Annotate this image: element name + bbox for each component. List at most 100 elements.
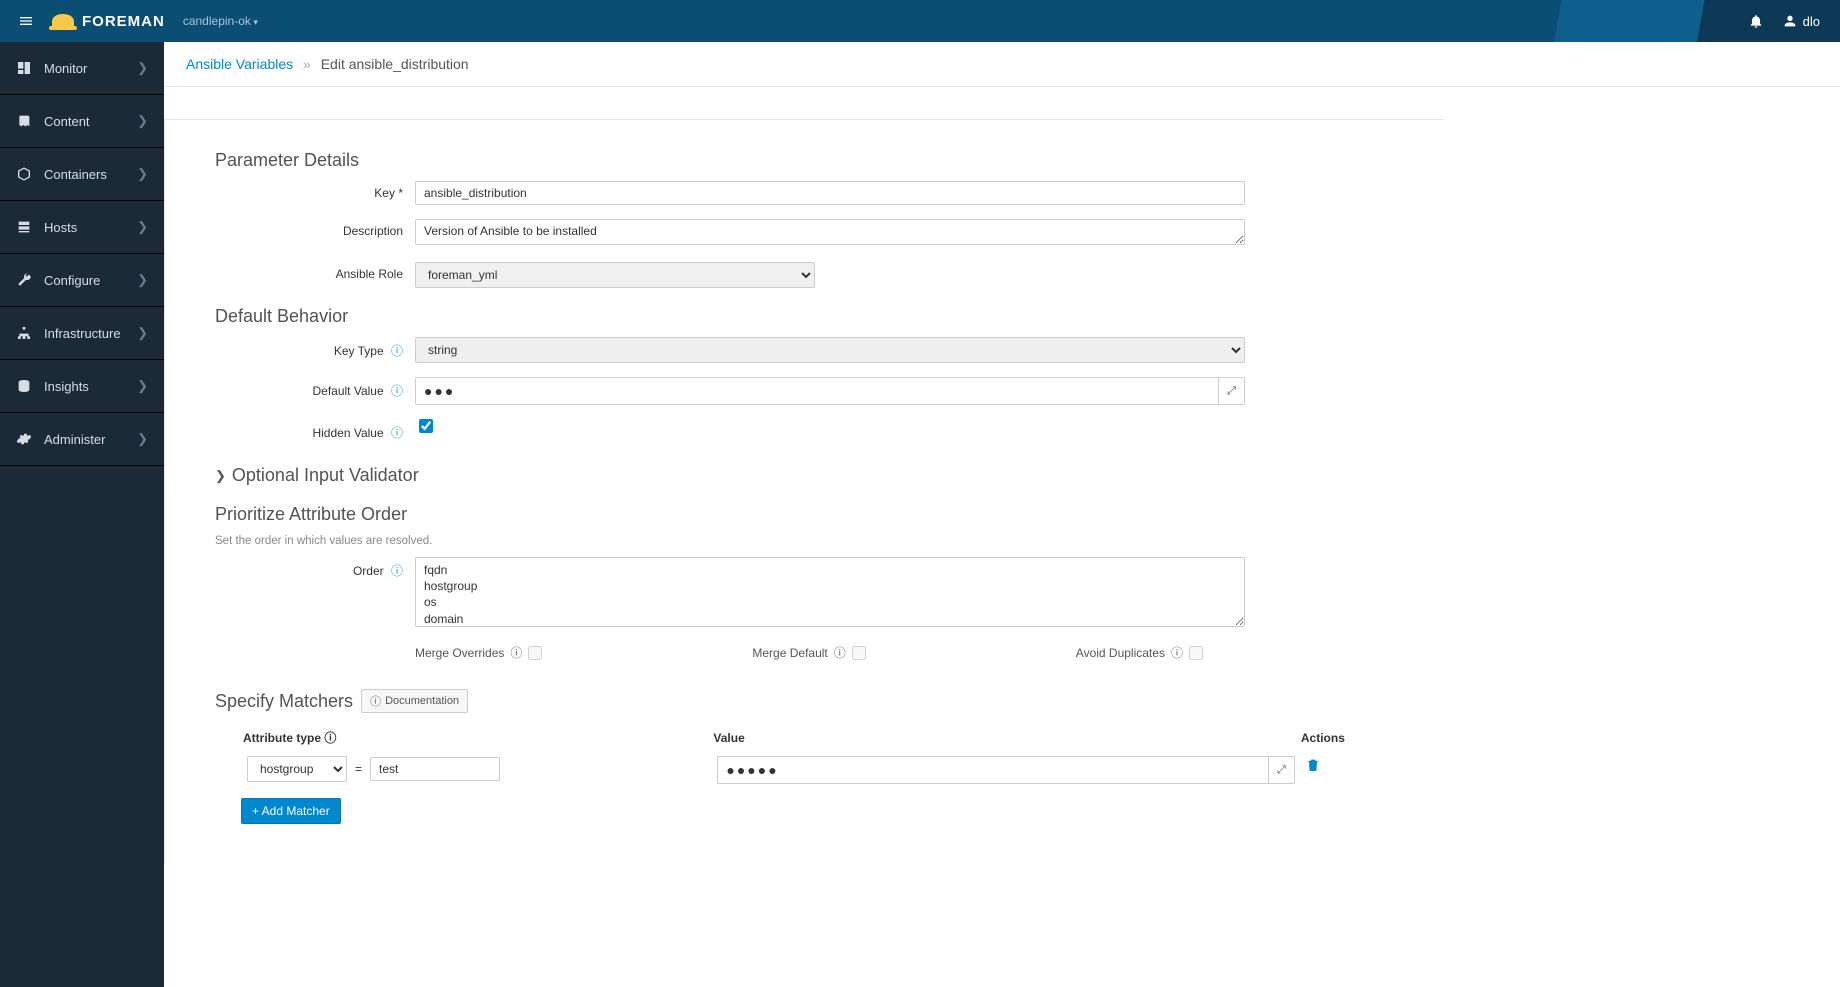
- book-icon: [16, 113, 32, 129]
- main: Ansible Variables » Edit ansible_distrib…: [164, 42, 1840, 864]
- section-specify-matchers: Specify Matchers: [215, 691, 353, 712]
- trash-icon: [1305, 757, 1321, 773]
- merge-overrides-checkbox[interactable]: [528, 646, 542, 660]
- sitemap-icon: [16, 325, 32, 341]
- topbar: FOREMAN candlepin-ok dlo: [0, 0, 1840, 42]
- label-description: Description: [343, 224, 403, 238]
- matchers-table: Attribute type ⓘ Value Actions hostgroup…: [241, 723, 1420, 790]
- documentation-button[interactable]: ⓘ Documentation: [361, 689, 468, 713]
- label-hidden-value: Hidden Value: [312, 426, 383, 440]
- expand-button[interactable]: ⤢: [1219, 377, 1245, 405]
- hidden-value-checkbox[interactable]: [419, 419, 433, 433]
- sidebar-item-monitor[interactable]: Monitor ❯: [0, 42, 164, 95]
- form-content: Parameter Details Key Description Ansibl…: [164, 119, 1444, 864]
- matcher-attr-select[interactable]: hostgroup: [247, 756, 347, 782]
- info-icon: ⓘ: [370, 693, 381, 709]
- section-optional-validator: Optional Input Validator: [232, 465, 419, 486]
- th-value: Value: [713, 725, 1299, 750]
- sidebar-item-label: Monitor: [44, 61, 87, 76]
- cube-icon: [16, 166, 32, 182]
- delete-matcher-button[interactable]: [1305, 756, 1321, 772]
- help-icon[interactable]: ⓘ: [391, 344, 403, 358]
- dashboard-icon: [16, 60, 32, 76]
- sidebar-item-configure[interactable]: Configure ❯: [0, 254, 164, 307]
- th-attribute-type: Attribute type: [243, 731, 321, 745]
- brand-text: FOREMAN: [82, 13, 165, 30]
- user-name: dlo: [1803, 14, 1820, 29]
- breadcrumb-separator: »: [303, 56, 311, 72]
- bell-icon: [1748, 13, 1764, 29]
- gear-icon: [16, 431, 32, 447]
- label-avoid-duplicates: Avoid Duplicates: [1076, 646, 1165, 660]
- breadcrumb-current: Edit ansible_distribution: [321, 56, 469, 72]
- sidebar-item-label: Administer: [44, 432, 105, 447]
- sidebar-item-label: Containers: [44, 167, 107, 182]
- expand-button[interactable]: ⤢: [1269, 756, 1295, 784]
- sidebar-item-containers[interactable]: Containers ❯: [0, 148, 164, 201]
- avoid-duplicates-checkbox[interactable]: [1189, 646, 1203, 660]
- label-default-value: Default Value: [312, 384, 383, 398]
- help-icon[interactable]: ⓘ: [391, 384, 403, 398]
- label-ansible-role: Ansible Role: [336, 267, 403, 281]
- sidebar-item-insights[interactable]: Insights ❯: [0, 360, 164, 413]
- documentation-label: Documentation: [385, 695, 459, 707]
- help-icon[interactable]: ⓘ: [391, 426, 403, 440]
- help-icon[interactable]: ⓘ: [510, 644, 522, 661]
- server-icon: [16, 219, 32, 235]
- help-icon[interactable]: ⓘ: [834, 644, 846, 661]
- chevron-right-icon: ❯: [137, 113, 148, 129]
- chevron-right-icon: ❯: [137, 60, 148, 76]
- sidebar-item-infrastructure[interactable]: Infrastructure ❯: [0, 307, 164, 360]
- sidebar-item-label: Infrastructure: [44, 326, 121, 341]
- sidebar-item-label: Content: [44, 114, 90, 129]
- th-actions: Actions: [1301, 725, 1418, 750]
- breadcrumb-parent-link[interactable]: Ansible Variables: [186, 56, 293, 72]
- helmet-icon: [52, 14, 74, 28]
- prioritize-description: Set the order in which values are resolv…: [215, 535, 1394, 547]
- label-merge-default: Merge Default: [752, 646, 827, 660]
- sidebar-item-content[interactable]: Content ❯: [0, 95, 164, 148]
- hamburger-icon: [18, 13, 34, 29]
- label-key-type: Key Type: [334, 344, 384, 358]
- key-input[interactable]: [415, 181, 1245, 205]
- add-matcher-button[interactable]: + Add Matcher: [241, 798, 341, 824]
- sidebar-item-label: Configure: [44, 273, 100, 288]
- help-icon[interactable]: ⓘ: [324, 731, 336, 745]
- section-prioritize: Prioritize Attribute Order: [215, 504, 1394, 525]
- wrench-icon: [16, 272, 32, 288]
- section-parameter-details: Parameter Details: [215, 150, 1394, 171]
- label-order: Order: [353, 564, 384, 578]
- sidebar-item-hosts[interactable]: Hosts ❯: [0, 201, 164, 254]
- help-icon[interactable]: ⓘ: [391, 564, 403, 578]
- database-icon: [16, 378, 32, 394]
- sidebar-item-administer[interactable]: Administer ❯: [0, 413, 164, 466]
- chevron-right-icon: ❯: [137, 219, 148, 235]
- sidebar-item-label: Insights: [44, 379, 89, 394]
- context-selector[interactable]: candlepin-ok: [183, 14, 258, 28]
- ansible-role-select[interactable]: foreman_yml: [415, 262, 815, 288]
- user-icon: [1782, 13, 1798, 29]
- description-input[interactable]: [415, 219, 1245, 245]
- chevron-right-icon: ❯: [137, 431, 148, 447]
- matcher-value-input[interactable]: ●●●●●: [717, 756, 1269, 784]
- sidebar-item-label: Hosts: [44, 220, 77, 235]
- matcher-match-input[interactable]: [370, 757, 500, 781]
- sidebar: Monitor ❯ Content ❯ Containers ❯ Hosts ❯…: [0, 42, 164, 987]
- label-merge-overrides: Merge Overrides: [415, 646, 504, 660]
- equals-sign: =: [351, 762, 366, 776]
- user-menu[interactable]: dlo: [1782, 13, 1820, 29]
- help-icon[interactable]: ⓘ: [1171, 644, 1183, 661]
- chevron-right-icon: ❯: [137, 325, 148, 341]
- notifications-button[interactable]: [1748, 13, 1764, 30]
- breadcrumb: Ansible Variables » Edit ansible_distrib…: [164, 42, 1840, 87]
- section-default-behavior: Default Behavior: [215, 306, 1394, 327]
- matcher-row: hostgroup = ●●●●● ⤢: [243, 752, 1418, 788]
- brand[interactable]: FOREMAN: [52, 13, 165, 30]
- optional-validator-toggle[interactable]: ❯ Optional Input Validator: [215, 465, 1394, 486]
- hamburger-menu[interactable]: [0, 13, 52, 29]
- chevron-right-icon: ❯: [215, 468, 226, 484]
- key-type-select[interactable]: string: [415, 337, 1245, 363]
- merge-default-checkbox[interactable]: [852, 646, 866, 660]
- order-textarea[interactable]: [415, 557, 1245, 627]
- default-value-input[interactable]: ●●●: [415, 377, 1219, 405]
